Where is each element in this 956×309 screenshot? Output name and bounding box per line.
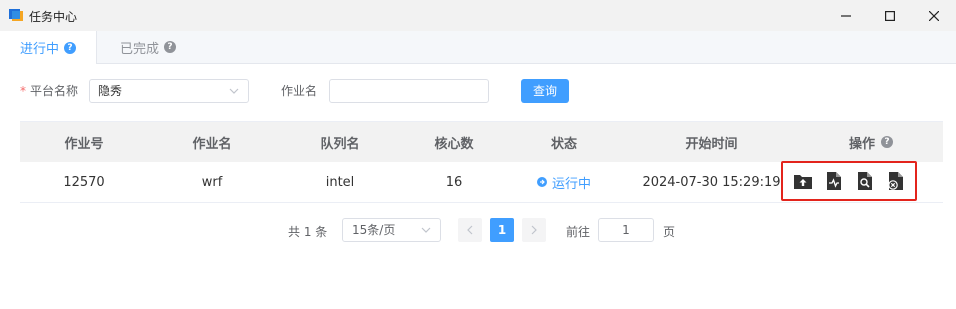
status-text: 运行中 <box>551 176 591 192</box>
title-bar: 任务中心 <box>0 0 956 31</box>
goto-page-input[interactable]: 1 <box>598 218 654 242</box>
job-name-input[interactable] <box>329 79 489 103</box>
cell-job-id: 12570 <box>63 174 105 190</box>
help-icon[interactable]: ? <box>64 41 77 54</box>
header-start-time: 开始时间 <box>685 136 738 152</box>
help-icon[interactable]: ? <box>881 136 893 148</box>
header-job-name: 作业名 <box>192 136 232 152</box>
file-search-icon[interactable] <box>855 171 875 191</box>
header-queue: 队列名 <box>320 136 360 152</box>
table-header: 作业号 作业名 队列名 核心数 状态 开始时间 操作 ? <box>20 121 943 162</box>
close-button[interactable] <box>912 0 956 31</box>
cell-cores: 16 <box>445 174 463 190</box>
page-size-select[interactable]: 15条/页 <box>342 218 441 242</box>
running-icon <box>536 177 547 187</box>
header-status: 状态 <box>550 136 577 152</box>
maximize-icon <box>885 10 895 21</box>
required-marker: * <box>20 84 26 98</box>
help-icon[interactable]: ? <box>164 41 177 53</box>
cell-job-name: wrf <box>201 174 223 190</box>
header-cores: 核心数 <box>434 136 474 152</box>
platform-select[interactable]: 隐秀 <box>89 79 249 103</box>
chevron-left-icon <box>467 225 473 235</box>
pagination: 共 1 条 15条/页 1 前往 1 页 <box>0 218 956 242</box>
pagination-total: 共 1 条 <box>288 225 328 239</box>
chevron-right-icon <box>531 225 537 235</box>
job-name-label: 作业名 <box>281 84 318 98</box>
prev-page-button[interactable] <box>458 218 482 242</box>
page-number-current[interactable]: 1 <box>490 218 514 242</box>
header-actions: 操作 ? <box>799 122 943 162</box>
cell-queue: intel <box>325 174 355 190</box>
app-logo-icon <box>9 9 23 21</box>
tab-in-progress[interactable]: 进行中 ? <box>0 31 97 64</box>
close-icon <box>929 10 939 21</box>
minimize-icon <box>841 14 851 17</box>
chevron-down-icon <box>229 88 239 94</box>
tab-label: 已完成 <box>120 41 160 57</box>
query-button[interactable]: 查询 <box>521 79 569 103</box>
tab-completed[interactable]: 已完成 ? <box>120 31 177 63</box>
page-suffix: 页 <box>663 225 676 239</box>
minimize-button[interactable] <box>824 0 868 31</box>
page-size-value: 15条/页 <box>352 223 396 237</box>
next-page-button[interactable] <box>522 218 546 242</box>
upload-folder-icon[interactable] <box>793 171 813 191</box>
platform-label: * 平台名称 <box>20 84 79 98</box>
actions-highlight <box>781 161 917 201</box>
tab-bar: 进行中 ? 已完成 ? <box>0 31 956 64</box>
goto-label: 前往 <box>566 225 591 239</box>
platform-selected-value: 隐秀 <box>98 84 123 98</box>
tab-label: 进行中 <box>20 42 60 57</box>
chevron-down-icon <box>421 227 431 233</box>
window-title: 任务中心 <box>29 10 78 24</box>
cell-status: 运行中 <box>504 162 624 202</box>
file-monitor-icon[interactable] <box>824 171 844 191</box>
file-cancel-icon[interactable] <box>886 171 906 191</box>
header-job-id: 作业号 <box>64 136 104 152</box>
maximize-button[interactable] <box>868 0 912 31</box>
cell-start-time: 2024-07-30 15:29:19 <box>642 174 781 190</box>
